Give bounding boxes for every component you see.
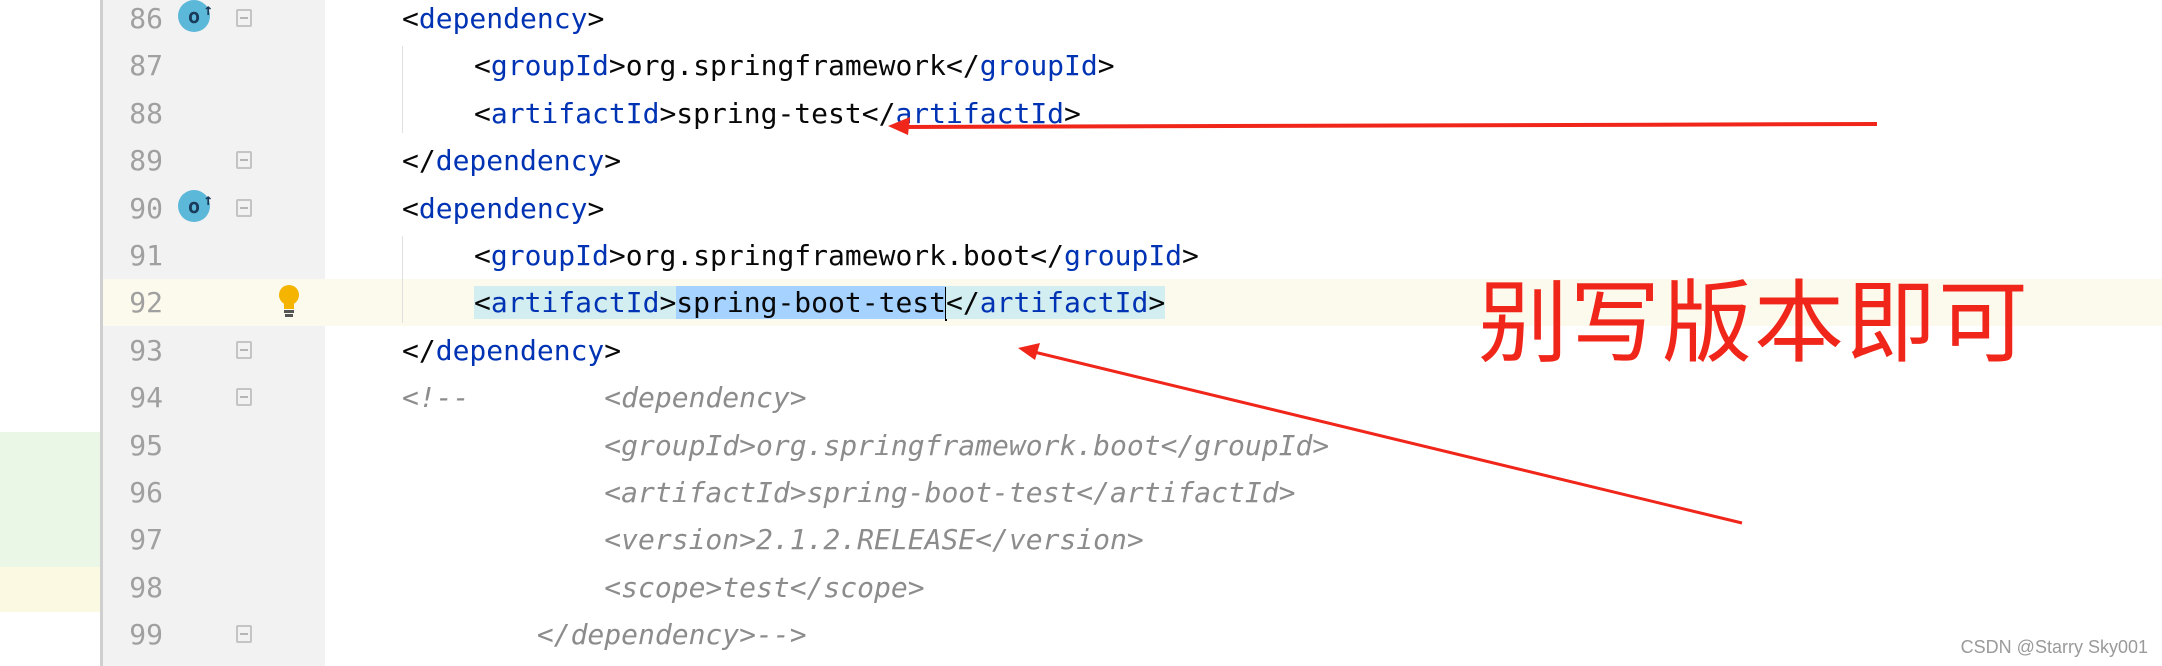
annotation-text: 别写版本即可 (1478, 271, 2030, 376)
arrow-to-line-88 (888, 117, 1878, 135)
watermark: CSDN @Starry Sky001 (1960, 637, 2148, 657)
